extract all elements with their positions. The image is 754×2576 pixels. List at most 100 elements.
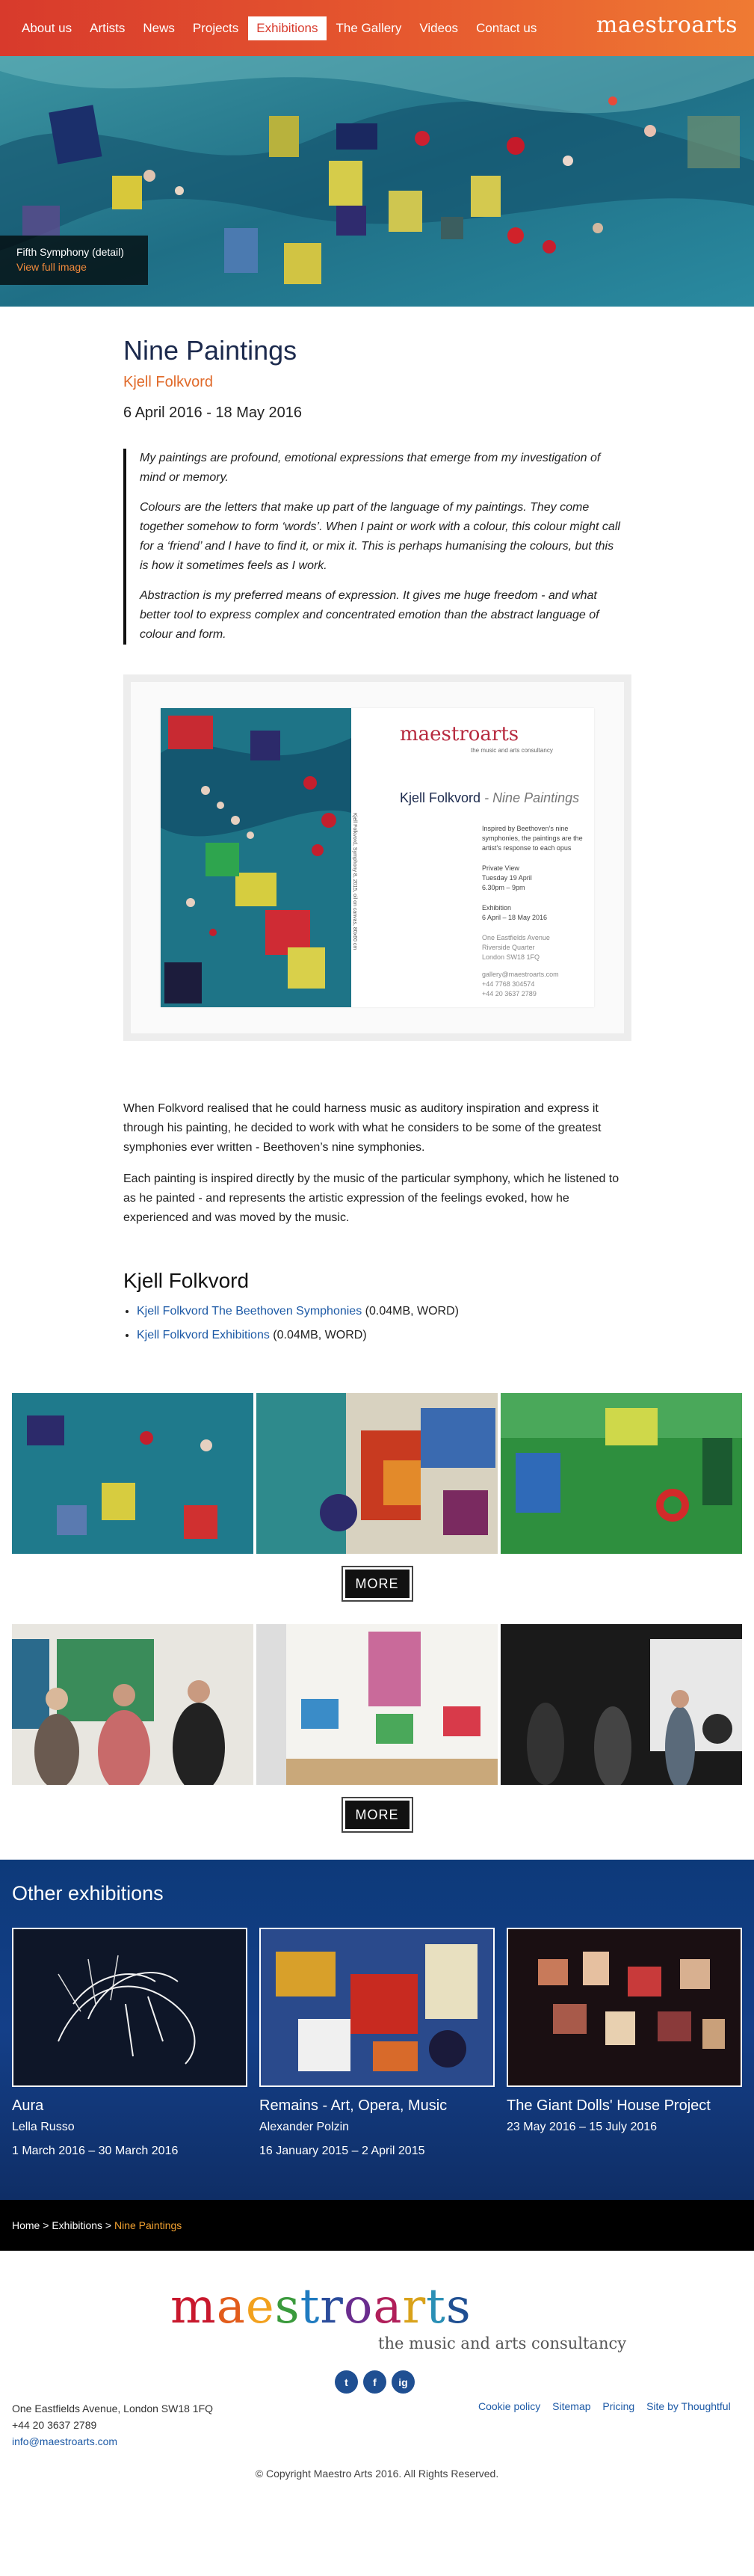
invitation-logo: maestroarts xyxy=(400,723,519,746)
invitation-details: Inspired by Beethoven’s nine symphonies,… xyxy=(482,824,583,999)
pricing-link[interactable]: Pricing xyxy=(602,2400,634,2412)
quote-paragraph: Abstraction is my preferred means of exp… xyxy=(140,589,599,641)
exhibition-card-title[interactable]: The Giant Dolls' House Project xyxy=(507,2097,742,2115)
footer-email-link[interactable]: info@maestroarts.com xyxy=(12,2435,117,2447)
other-exhibitions-heading: Other exhibitions xyxy=(12,1882,164,1905)
logo-letter: t xyxy=(300,2279,321,2334)
exhibition-card-dates: 1 March 2016 – 30 March 2016 xyxy=(12,2145,179,2157)
breadcrumb-exhibitions[interactable]: Exhibitions xyxy=(52,2219,102,2231)
nav-projects[interactable]: Projects xyxy=(185,16,247,40)
invitation-card-inner: Kjell Folkvord, Symphony 8, 2015, oil on… xyxy=(161,708,594,1007)
breadcrumb-separator: > xyxy=(40,2219,52,2231)
gallery-image[interactable] xyxy=(501,1393,742,1554)
download-item: Kjell Folkvord Exhibitions (0.04MB, WORD… xyxy=(137,1329,624,1342)
download-meta: (0.04MB, WORD) xyxy=(362,1305,459,1318)
download-link[interactable]: Kjell Folkvord The Beethoven Symphonies xyxy=(137,1305,362,1318)
logo-letter: t xyxy=(426,2279,446,2334)
logo-letter: a xyxy=(216,2279,246,2334)
footer-phone: +44 20 3637 2789 xyxy=(12,2419,97,2431)
main-content: Nine Paintings Kjell Folkvord 6 April 20… xyxy=(123,335,631,1342)
exhibition-card-title[interactable]: Aura xyxy=(12,2097,247,2115)
logo-letter: r xyxy=(320,2279,344,2334)
exhibition-card[interactable]: Aura Lella Russo 1 March 2016 – 30 March… xyxy=(12,1928,247,2158)
more-photos-button[interactable]: MORE xyxy=(342,1798,412,1831)
exhibition-thumbnail[interactable] xyxy=(12,1928,247,2087)
exhibition-card-artist: Alexander Polzin xyxy=(259,2121,350,2133)
twitter-icon[interactable]: t xyxy=(335,2370,358,2394)
hero-image: Fifth Symphony (detail) View full image xyxy=(0,56,754,307)
private-view-label: Private View xyxy=(482,864,519,872)
exhibition-thumbnail[interactable] xyxy=(507,1928,742,2087)
downloads-heading: Kjell Folkvord xyxy=(123,1269,250,1292)
caption-title: Fifth Symphony (detail) xyxy=(16,246,124,258)
social-links: t f ig xyxy=(335,2370,415,2394)
breadcrumb-current: Nine Paintings xyxy=(114,2219,182,2231)
exhibition-label: Exhibition xyxy=(482,904,512,912)
page-title: Nine Paintings xyxy=(123,335,297,366)
view-full-image-link[interactable]: View full image xyxy=(16,261,87,273)
cookie-policy-link[interactable]: Cookie policy xyxy=(478,2400,540,2412)
invitation-addr-line: London SW18 1FQ xyxy=(482,953,540,961)
logo-letter: s xyxy=(274,2279,300,2334)
gallery-image[interactable] xyxy=(256,1393,498,1554)
invitation-card: Kjell Folkvord, Symphony 8, 2015, oil on… xyxy=(123,674,631,1041)
invitation-side-text: Kjell Folkvord, Symphony 8, 2015, oil on… xyxy=(352,813,357,950)
breadcrumb: Home > Exhibitions > Nine Paintings xyxy=(0,2200,754,2251)
logo-letter: s xyxy=(445,2279,472,2334)
download-link[interactable]: Kjell Folkvord Exhibitions xyxy=(137,1329,270,1341)
nav-exhibitions[interactable]: Exhibitions xyxy=(248,16,327,40)
copyright: © Copyright Maestro Arts 2016. All Right… xyxy=(255,2468,499,2480)
site-logo[interactable]: maestroarts xyxy=(596,12,738,38)
instagram-icon[interactable]: ig xyxy=(392,2370,415,2394)
footer-links: Cookie policy Sitemap Pricing Site by Th… xyxy=(478,2400,740,2412)
exhibition-card-artist: Lella Russo xyxy=(12,2121,75,2133)
exhibition-card-title[interactable]: Remains - Art, Opera, Music xyxy=(259,2097,495,2115)
nav-the-gallery[interactable]: The Gallery xyxy=(328,16,410,40)
footer: maestroarts the music and arts consultan… xyxy=(0,2251,754,2542)
top-navigation: About us Artists News Projects Exhibitio… xyxy=(0,0,754,56)
nav-contact-us[interactable]: Contact us xyxy=(468,16,545,40)
nav-videos[interactable]: Videos xyxy=(411,16,466,40)
logo-letter: r xyxy=(402,2279,427,2334)
breadcrumb-separator: > xyxy=(102,2219,114,2231)
invitation-desc-line: artist’s response to each opus xyxy=(482,844,572,852)
breadcrumb-home[interactable]: Home xyxy=(12,2219,40,2231)
exhibition-card[interactable]: Remains - Art, Opera, Music Alexander Po… xyxy=(259,1928,495,2158)
other-exhibitions: Other exhibitions Aura Lella Russo 1 Mar… xyxy=(0,1860,754,2200)
invitation-contact-line: +44 20 3637 2789 xyxy=(482,990,537,997)
private-view-time: 6.30pm – 9pm xyxy=(482,884,525,891)
exhibition-card[interactable]: The Giant Dolls' House Project 23 May 20… xyxy=(507,1928,742,2158)
logo-letter: a xyxy=(373,2279,403,2334)
footer-logo[interactable]: maestroarts xyxy=(170,2279,472,2334)
exhibition-dates-card: 6 April – 18 May 2016 xyxy=(482,914,548,921)
invitation-addr-line: Riverside Quarter xyxy=(482,944,535,951)
nav-artists[interactable]: Artists xyxy=(81,16,133,40)
invitation-title: Nine Paintings xyxy=(492,790,580,805)
gallery-image[interactable] xyxy=(256,1624,498,1785)
paintings-gallery xyxy=(0,1393,754,1554)
description-paragraph: Each painting is inspired directly by th… xyxy=(123,1172,619,1224)
nav-news[interactable]: News xyxy=(135,16,183,40)
nav-about-us[interactable]: About us xyxy=(13,16,80,40)
exhibition-card-dates: 23 May 2016 – 15 July 2016 xyxy=(507,2121,658,2133)
gallery-image[interactable] xyxy=(501,1624,742,1785)
exhibition-thumbnail[interactable] xyxy=(259,1928,495,2087)
exhibition-cards: Aura Lella Russo 1 March 2016 – 30 March… xyxy=(12,1928,742,2158)
description-paragraph: When Folkvord realised that he could har… xyxy=(123,1102,602,1154)
facebook-icon[interactable]: f xyxy=(363,2370,386,2394)
private-view-day: Tuesday 19 April xyxy=(482,874,532,882)
gallery-image[interactable] xyxy=(12,1624,253,1785)
invitation-contact-line: gallery@maestroarts.com xyxy=(482,971,559,978)
site-credit-link[interactable]: Site by Thoughtful xyxy=(646,2400,731,2412)
logo-letter: o xyxy=(343,2279,374,2334)
more-paintings-button[interactable]: MORE xyxy=(342,1567,412,1600)
artist-quote: My paintings are profound, emotional exp… xyxy=(123,449,624,645)
gallery-image[interactable] xyxy=(12,1393,253,1554)
sitemap-link[interactable]: Sitemap xyxy=(552,2400,590,2412)
footer-address: One Eastfields Avenue, London SW18 1FQ xyxy=(12,2403,214,2414)
invitation-logo-tag: the music and arts consultancy xyxy=(471,747,553,754)
download-meta: (0.04MB, WORD) xyxy=(269,1329,367,1341)
invitation-addr-line: One Eastfields Avenue xyxy=(482,934,550,941)
invitation-artist: Kjell Folkvord xyxy=(400,790,481,805)
invitation-heading: Kjell Folkvord - Nine Paintings xyxy=(400,790,580,805)
